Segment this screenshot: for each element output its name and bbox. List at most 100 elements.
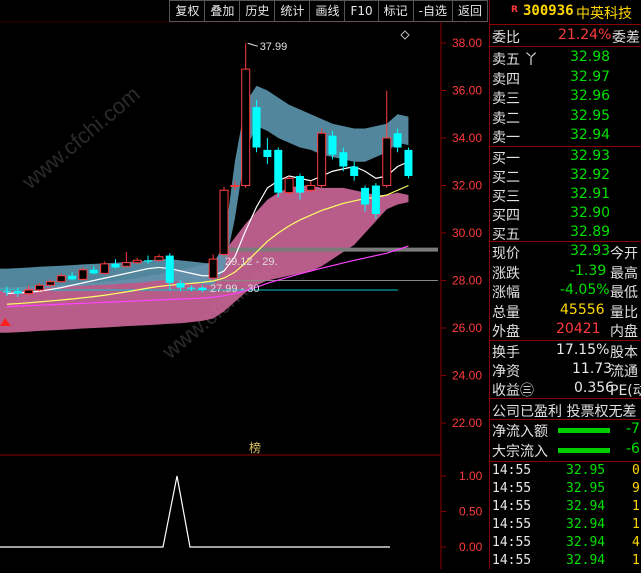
sell-level-label: 卖四 [492, 71, 520, 88]
fund-value: 11.73 [572, 361, 613, 377]
sell-level-label: 卖一 [492, 130, 520, 147]
trade-time: 14:55 [492, 517, 532, 532]
band-label-upper: 29.12 - 29. [225, 256, 278, 268]
trade-row[interactable]: 14:55 32.94 4 [490, 534, 641, 552]
quote-right-label: 最低 [610, 285, 638, 301]
high-price-label: 37.99 [260, 41, 288, 53]
toolbar-button-8[interactable]: 返回 [452, 0, 488, 22]
price-tick-label: 32.00 [452, 179, 482, 193]
sub-tick-label: 1.00 [459, 469, 483, 483]
candle-body [350, 166, 359, 176]
candle-body [187, 287, 196, 289]
candle-body [295, 176, 304, 193]
kline-chart-panel[interactable]: www.cfchi.comwww.cfchi.comwww.cfchi.com … [0, 0, 641, 569]
candle-body [24, 289, 34, 295]
fund-row: 换手 17.15% 股本 [490, 341, 641, 361]
buy-level-label: 买三 [492, 189, 520, 205]
stock-code[interactable]: 300936 [523, 3, 574, 19]
stock-header: R 300936 中英科技 [490, 0, 641, 24]
order-ratio-row: 委比 21.24% 委差 [490, 26, 641, 46]
buy-level-row: 买二 32.92 [490, 166, 641, 186]
toolbar-button-1[interactable]: 叠加 [205, 0, 241, 22]
quote-value: -4.05% [560, 282, 610, 298]
fund-label: 换手 [492, 345, 520, 361]
candle-body [45, 281, 55, 286]
trade-vol: 9 [632, 481, 640, 496]
candle-body [252, 107, 261, 148]
buy-level-row: 买四 32.90 [490, 204, 641, 224]
stock-name[interactable]: 中英科技 [576, 3, 632, 23]
toolbar-button-0[interactable]: 复权 [169, 0, 206, 22]
toolbar-button-5[interactable]: F10 [345, 0, 379, 22]
price-tick-label: 26.00 [452, 321, 482, 335]
trade-time: 14:55 [492, 481, 532, 496]
candle-body [393, 133, 402, 148]
candle-body [121, 262, 131, 267]
candle-body [339, 152, 348, 167]
trade-vol: 4 [632, 535, 640, 550]
price-tick-label: 38.00 [452, 36, 482, 50]
flow-bar [558, 448, 610, 453]
quote-value: 45556 [560, 301, 605, 318]
order-diff-label: 委差 [612, 30, 640, 46]
buy-level-label: 买二 [492, 170, 520, 186]
order-ratio-label: 委比 [492, 30, 520, 46]
price-tick-label: 28.00 [452, 274, 482, 288]
trade-row[interactable]: 14:55 32.94 1 [490, 552, 641, 570]
resistance-line [222, 247, 438, 252]
buy-level-price: 32.89 [570, 224, 611, 240]
sell-level-label: 卖二 [492, 110, 520, 127]
flow-bar [558, 428, 610, 433]
trade-row[interactable]: 14:55 32.95 0 [490, 462, 641, 480]
candle-body [208, 258, 218, 279]
fund-row: 收益㊂ 0.356 PE(动 [490, 379, 641, 399]
notice-row: 公司已盈利 投票权无差 [490, 400, 641, 420]
candle-body [219, 189, 229, 255]
quote-row: 涨幅 -4.05% 最低 [490, 281, 641, 301]
candle-body [35, 284, 45, 291]
toolbar-button-4[interactable]: 画线 [310, 0, 346, 22]
candle-body [78, 269, 88, 280]
candle-body [3, 291, 11, 293]
buy-level-price: 32.93 [570, 148, 611, 164]
trade-price: 32.95 [566, 463, 606, 478]
trade-time: 14:55 [492, 463, 532, 478]
sell-level-row: 卖四 32.97 [490, 68, 641, 88]
candle-body [404, 149, 413, 176]
candle-body [89, 269, 98, 274]
fund-label: 收益㊂ [492, 383, 534, 399]
sell-level-label: 卖三 [492, 91, 520, 108]
candle-body [111, 263, 120, 268]
trade-vol: 0 [632, 463, 640, 478]
candle-body [144, 260, 153, 262]
rank-marker-label: 榜 [249, 440, 261, 455]
quote-right-label: 最高 [610, 265, 638, 282]
candle-body [263, 149, 272, 157]
notice-text: 公司已盈利 投票权无差 [492, 404, 637, 420]
toolbar-button-7[interactable]: -自选 [413, 0, 453, 22]
buy-level-row: 买三 32.91 [490, 185, 641, 205]
trade-price: 32.95 [566, 481, 606, 496]
flow-value: -6 [626, 441, 640, 457]
trade-row[interactable]: 14:55 32.95 9 [490, 480, 641, 498]
kline-chart[interactable]: www.cfchi.comwww.cfchi.comwww.cfchi.com … [0, 0, 641, 569]
candle-body [361, 187, 370, 205]
quote-panel: R 300936 中英科技 委比 21.24% 委差 卖五 32.98 丫卖四 32.… [489, 0, 641, 569]
price-tick-label: 34.00 [452, 131, 482, 145]
candle-body [176, 282, 185, 288]
sell-level-price: 32.98 [570, 49, 611, 65]
quote-row: 现价 32.93 今开 [490, 242, 641, 262]
sell-level-flag: 丫 [524, 52, 538, 68]
fund-right-label: 流通 [610, 364, 638, 380]
quote-row: 外盘 20421 内盘 [490, 320, 641, 340]
quote-value: 32.93 [570, 243, 611, 259]
trade-row[interactable]: 14:55 32.94 1 [490, 498, 641, 516]
candle-body [100, 263, 110, 274]
candle-body [371, 185, 380, 214]
toolbar-button-2[interactable]: 历史 [240, 0, 276, 22]
trade-row[interactable]: 14:55 32.94 1 [490, 516, 641, 534]
fund-value: 0.356 [574, 380, 615, 396]
toolbar-button-3[interactable]: 统计 [275, 0, 311, 22]
trade-vol: 1 [632, 517, 640, 532]
toolbar-button-6[interactable]: 标记 [378, 0, 414, 22]
